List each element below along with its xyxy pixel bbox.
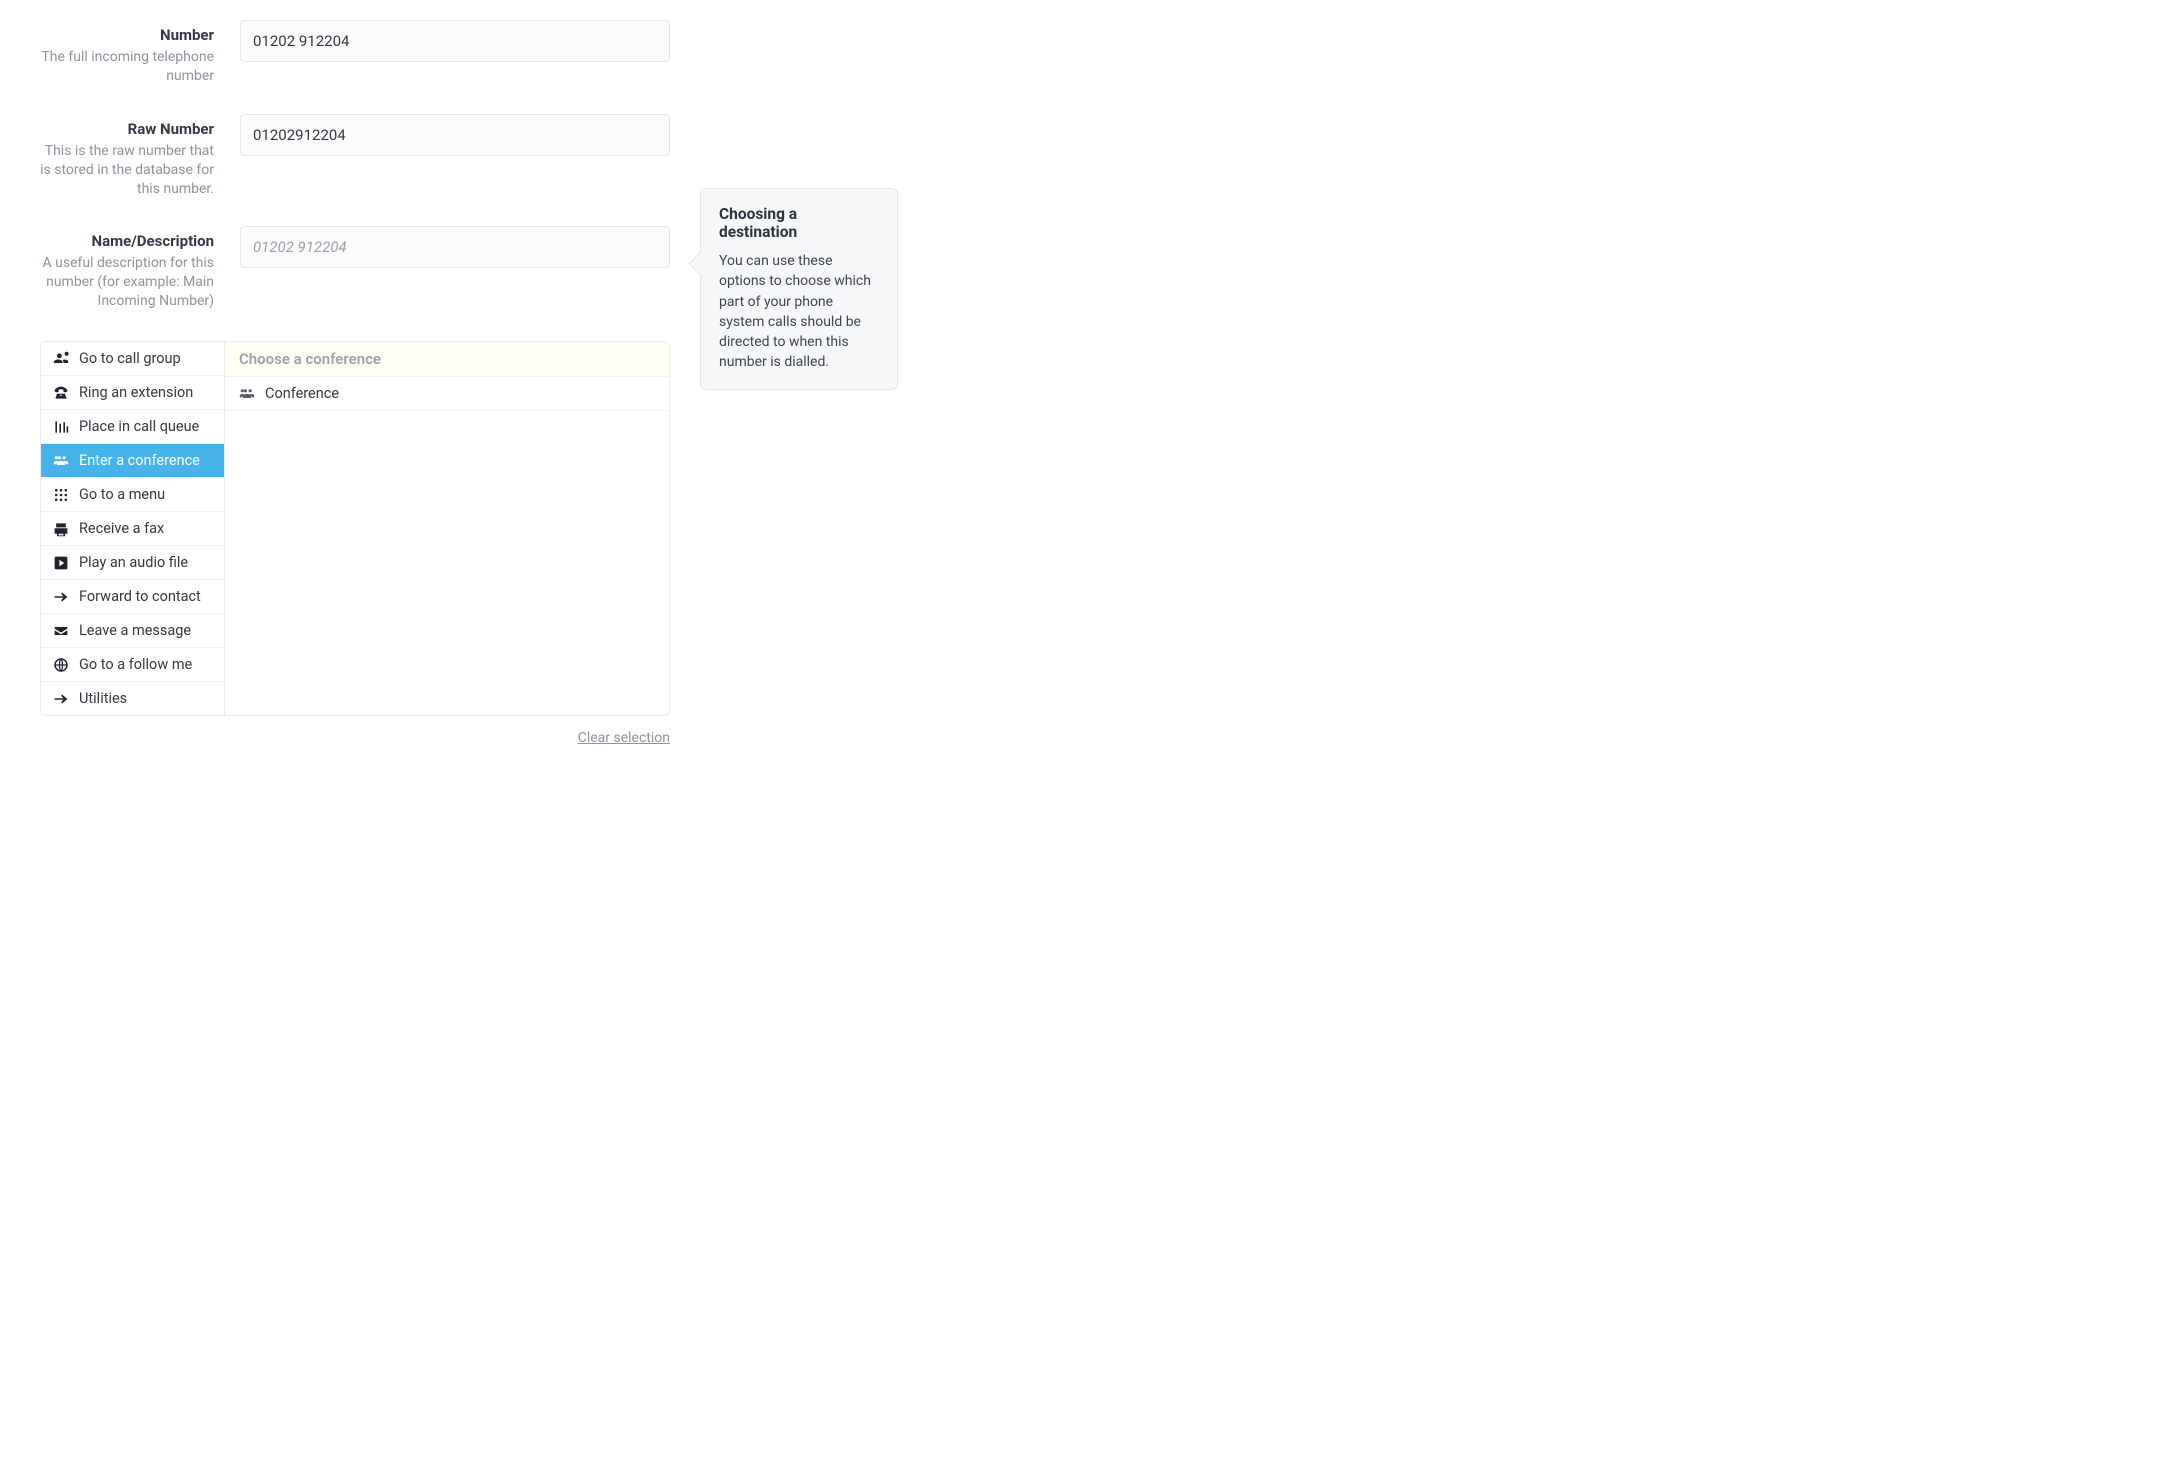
destination-ring-an-extension[interactable]: Ring an extension [41,376,224,410]
destination-item-label: Go to call group [79,350,181,367]
raw-number-row: Raw Number This is the raw number that i… [40,114,670,199]
destination-utilities[interactable]: Utilities [41,682,224,715]
destination-item-label: Enter a conference [79,452,200,469]
number-label: Number [40,26,214,44]
destination-option-conference[interactable]: Conference [225,377,669,411]
destination-item-label: Receive a fax [79,520,164,537]
envelope-icon [53,623,69,639]
raw-number-hint: This is the raw number that is stored in… [40,142,214,199]
fax-icon [53,521,69,537]
queue-icon [53,419,69,435]
destination-detail-header: Choose a conference [225,342,669,377]
name-desc-hint: A useful description for this number (fo… [40,254,214,311]
number-input[interactable] [240,20,670,62]
clear-selection-link[interactable]: Clear selection [578,730,670,746]
info-box: Choosing a destination You can use these… [700,188,898,390]
number-hint: The full incoming telephone number [40,48,214,86]
destination-item-label: Forward to contact [79,588,201,605]
destination-item-label: Go to a menu [79,486,165,503]
destination-receive-a-fax[interactable]: Receive a fax [41,512,224,546]
destination-item-label: Leave a message [79,622,191,639]
destination-forward-to-contact[interactable]: Forward to contact [41,580,224,614]
destination-place-in-call-queue[interactable]: Place in call queue [41,410,224,444]
destination-go-to-a-follow-me[interactable]: Go to a follow me [41,648,224,682]
destination-go-to-call-group[interactable]: Go to call group [41,342,224,376]
phone-classic-icon [53,385,69,401]
destination-item-label: Utilities [79,690,127,707]
name-desc-input[interactable] [240,226,670,268]
destination-play-an-audio-file[interactable]: Play an audio file [41,546,224,580]
name-desc-row: Name/Description A useful description fo… [40,226,670,311]
dialpad-icon [53,487,69,503]
destination-item-label: Go to a follow me [79,656,192,673]
destination-go-to-a-menu[interactable]: Go to a menu [41,478,224,512]
raw-number-input[interactable] [240,114,670,156]
users-icon [53,351,69,367]
destination-selector: Go to call group Ring an extension Place i… [40,341,670,716]
arrow-right-icon [53,691,69,707]
destination-nav: Go to call group Ring an extension Place i… [41,342,225,715]
arrow-right-icon [53,589,69,605]
name-desc-label: Name/Description [40,232,214,250]
info-title: Choosing a destination [719,205,879,241]
destination-item-label: Ring an extension [79,384,193,401]
globe-icon [53,657,69,673]
destination-item-label: Play an audio file [79,554,188,571]
conference-icon [239,386,255,402]
destination-leave-a-message[interactable]: Leave a message [41,614,224,648]
raw-number-label: Raw Number [40,120,214,138]
destination-item-label: Place in call queue [79,418,199,435]
play-icon [53,555,69,571]
conference-icon [53,453,69,469]
destination-enter-a-conference[interactable]: Enter a conference [41,444,224,478]
info-body: You can use these options to choose whic… [719,251,879,373]
destination-detail: Choose a conference Conference [225,342,669,715]
number-row: Number The full incoming telephone numbe… [40,20,670,86]
destination-option-label: Conference [265,385,339,402]
